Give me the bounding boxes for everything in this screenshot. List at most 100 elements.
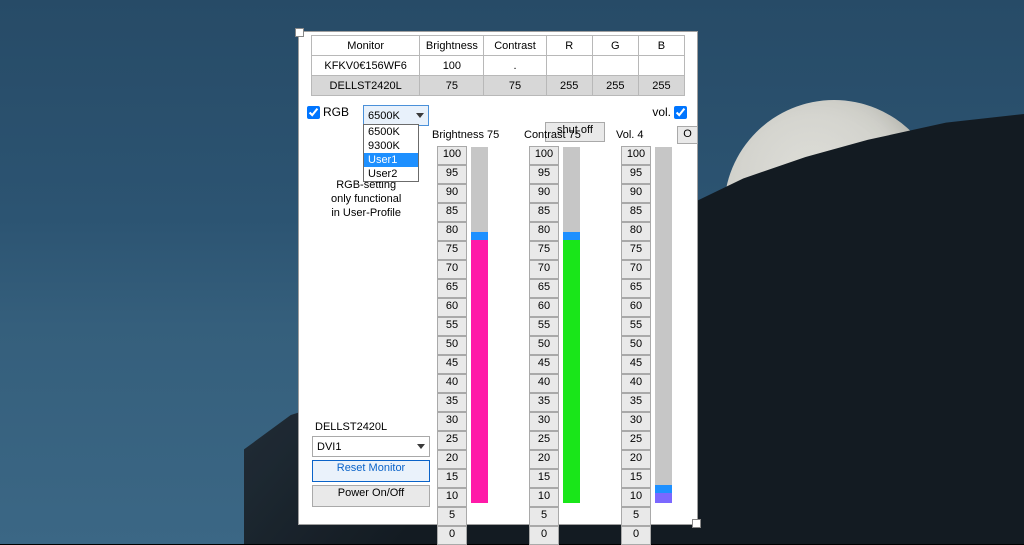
volume-thumb[interactable] [655,485,672,493]
scale-button-45[interactable]: 45 [529,355,559,374]
scale-button-35[interactable]: 35 [437,393,467,412]
scale-button-65[interactable]: 65 [529,279,559,298]
column-header[interactable]: Contrast [484,36,546,56]
color-temp-option[interactable]: 6500K [364,125,418,139]
volume-slider[interactable]: Vol. 4 O 1009590858075706560555045403530… [621,128,683,148]
scale-button-80[interactable]: 80 [529,222,559,241]
scale-button-10[interactable]: 10 [621,488,651,507]
scale-button-85[interactable]: 85 [529,203,559,222]
color-temp-option[interactable]: User1 [364,153,418,167]
table-cell [638,56,684,76]
scale-button-0[interactable]: 0 [437,526,467,545]
volume-label: Vol. 4 [616,129,644,141]
vol-checkbox[interactable]: vol. [652,105,687,119]
scale-button-40[interactable]: 40 [529,374,559,393]
scale-button-85[interactable]: 85 [437,203,467,222]
scale-button-30[interactable]: 30 [437,412,467,431]
scale-button-65[interactable]: 65 [437,279,467,298]
scale-button-80[interactable]: 80 [437,222,467,241]
color-temp-list[interactable]: 6500K9300KUser1User2 [363,124,419,182]
scale-button-95[interactable]: 95 [621,165,651,184]
table-row[interactable]: KFKV0€156WF6100. [312,56,685,76]
scale-button-40[interactable]: 40 [621,374,651,393]
scale-button-25[interactable]: 25 [621,431,651,450]
scale-button-60[interactable]: 60 [621,298,651,317]
scale-button-60[interactable]: 60 [529,298,559,317]
scale-button-75[interactable]: 75 [621,241,651,260]
scale-button-90[interactable]: 90 [529,184,559,203]
rgb-checkbox[interactable]: RGB [307,105,349,119]
scale-button-20[interactable]: 20 [437,450,467,469]
scale-button-30[interactable]: 30 [529,412,559,431]
brightness-track[interactable] [471,147,488,503]
input-source-combo[interactable]: DVI1 [312,436,430,457]
scale-button-50[interactable]: 50 [621,336,651,355]
volume-track[interactable] [655,147,672,503]
scale-button-35[interactable]: 35 [529,393,559,412]
brightness-slider[interactable]: Brightness 75 10095908580757065605550454… [437,128,499,148]
scale-button-70[interactable]: 70 [529,260,559,279]
contrast-slider[interactable]: Contrast 75 1009590858075706560555045403… [529,128,591,148]
scale-button-10[interactable]: 10 [529,488,559,507]
power-onoff-button[interactable]: Power On/Off [312,485,430,507]
scale-button-10[interactable]: 10 [437,488,467,507]
column-header[interactable]: G [592,36,638,56]
scale-button-5[interactable]: 5 [437,507,467,526]
scale-button-40[interactable]: 40 [437,374,467,393]
resize-grip-tl[interactable] [295,28,304,37]
scale-button-0[interactable]: 0 [621,526,651,545]
scale-button-55[interactable]: 55 [437,317,467,336]
volume-o-button[interactable]: O [677,126,698,144]
color-temp-button[interactable]: 6500K [363,105,429,126]
scale-button-90[interactable]: 90 [621,184,651,203]
scale-button-95[interactable]: 95 [529,165,559,184]
scale-button-95[interactable]: 95 [437,165,467,184]
scale-button-35[interactable]: 35 [621,393,651,412]
scale-button-50[interactable]: 50 [437,336,467,355]
scale-button-5[interactable]: 5 [529,507,559,526]
scale-button-85[interactable]: 85 [621,203,651,222]
color-temp-combo[interactable]: 6500K 6500K9300KUser1User2 [363,105,429,126]
scale-button-20[interactable]: 20 [621,450,651,469]
scale-button-25[interactable]: 25 [437,431,467,450]
scale-button-15[interactable]: 15 [437,469,467,488]
scale-button-5[interactable]: 5 [621,507,651,526]
scale-button-90[interactable]: 90 [437,184,467,203]
scale-button-70[interactable]: 70 [621,260,651,279]
scale-button-15[interactable]: 15 [529,469,559,488]
brightness-thumb[interactable] [471,232,488,240]
scale-button-100[interactable]: 100 [529,146,559,165]
contrast-thumb[interactable] [563,232,580,240]
scale-button-50[interactable]: 50 [529,336,559,355]
scale-button-25[interactable]: 25 [529,431,559,450]
column-header[interactable]: R [546,36,592,56]
scale-button-75[interactable]: 75 [529,241,559,260]
scale-button-65[interactable]: 65 [621,279,651,298]
scale-button-30[interactable]: 30 [621,412,651,431]
rgb-checkbox-input[interactable] [307,106,320,119]
chevron-down-icon [416,113,424,118]
scale-button-20[interactable]: 20 [529,450,559,469]
column-header[interactable]: Brightness [420,36,484,56]
color-temp-option[interactable]: 9300K [364,139,418,153]
scale-button-80[interactable]: 80 [621,222,651,241]
table-row[interactable]: DELLST2420L7575255255255 [312,76,685,96]
scale-button-70[interactable]: 70 [437,260,467,279]
scale-button-60[interactable]: 60 [437,298,467,317]
scale-button-75[interactable]: 75 [437,241,467,260]
scale-button-55[interactable]: 55 [529,317,559,336]
scale-button-45[interactable]: 45 [437,355,467,374]
contrast-track[interactable] [563,147,580,503]
reset-monitor-button[interactable]: Reset Monitor [312,460,430,482]
scale-button-0[interactable]: 0 [529,526,559,545]
scale-button-15[interactable]: 15 [621,469,651,488]
scale-button-45[interactable]: 45 [621,355,651,374]
scale-button-55[interactable]: 55 [621,317,651,336]
column-header[interactable]: Monitor [312,36,420,56]
scale-button-100[interactable]: 100 [437,146,467,165]
color-temp-option[interactable]: User2 [364,167,418,181]
vol-checkbox-input[interactable] [674,106,687,119]
column-header[interactable]: B [638,36,684,56]
scale-button-100[interactable]: 100 [621,146,651,165]
resize-grip-br[interactable] [692,519,701,528]
